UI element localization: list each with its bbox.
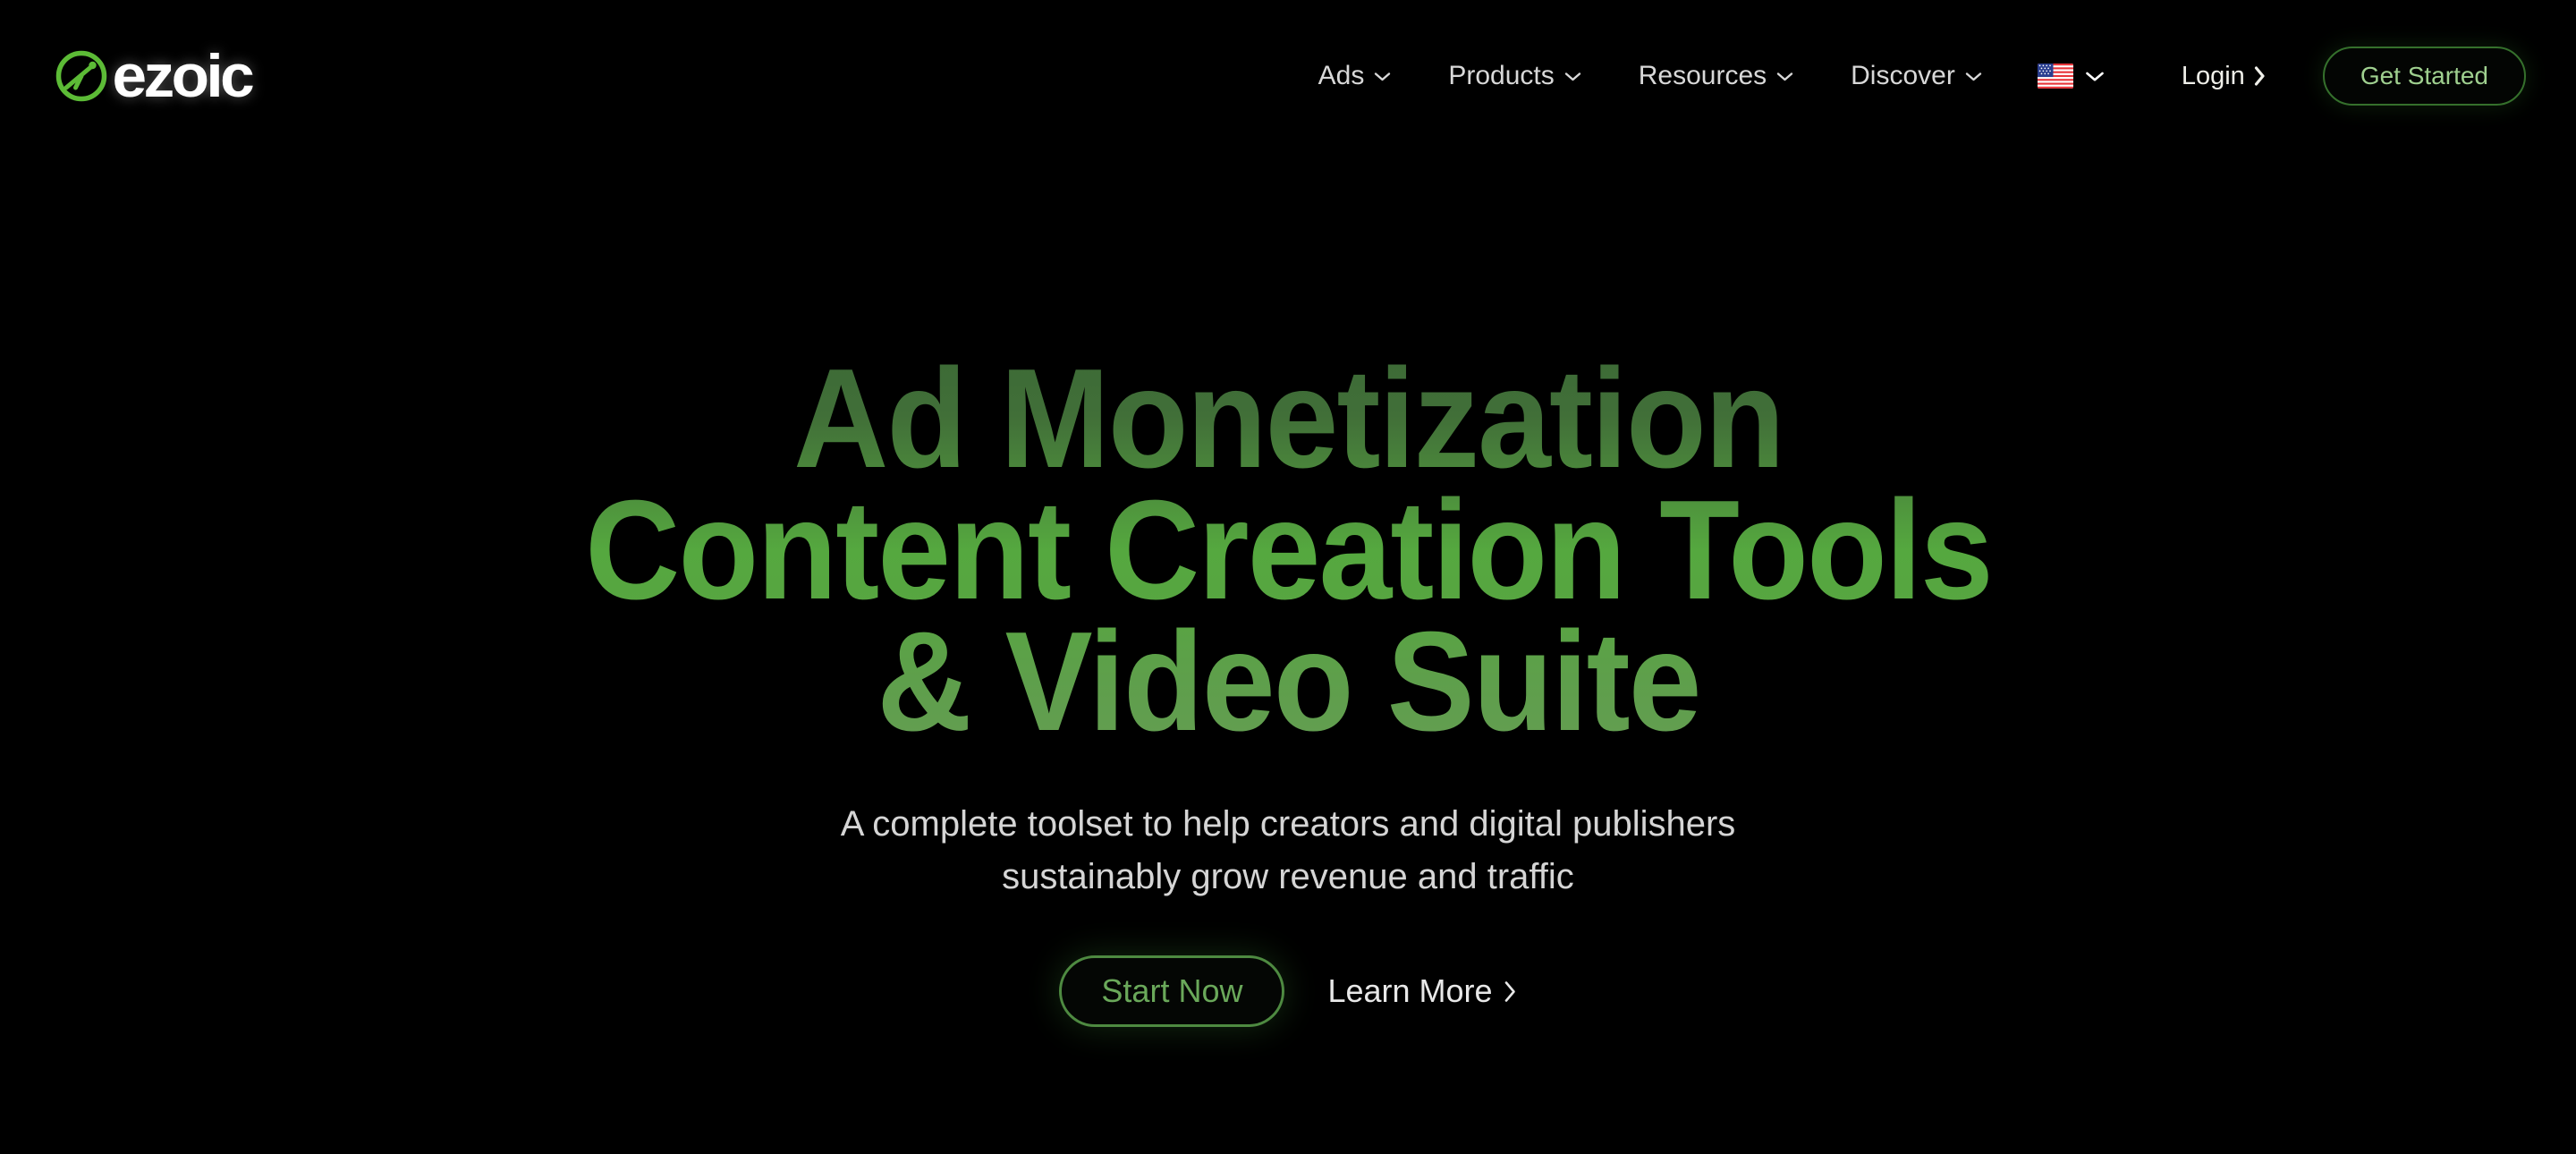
main-navigation: Ads Products Resources Discover Login Ge… <box>1290 47 2526 106</box>
headline-line-3: & Video Suite <box>876 602 1700 760</box>
subheading-line-1: A complete toolset to help creators and … <box>840 803 1736 844</box>
login-link[interactable]: Login <box>2160 53 2287 100</box>
login-label: Login <box>2181 61 2245 90</box>
chevron-right-icon <box>2254 66 2265 86</box>
nav-item-label: Discover <box>1851 61 1955 90</box>
get-started-label: Get Started <box>2360 62 2488 89</box>
hero-cta-row: Start Now Learn More <box>1059 955 1516 1028</box>
chevron-down-icon <box>1375 72 1391 81</box>
nav-item-discover[interactable]: Discover <box>1822 54 2011 98</box>
nav-item-label: Products <box>1448 61 1555 90</box>
site-header: ezoic Ads Products Resources Discover Lo… <box>0 0 2576 152</box>
chevron-down-icon <box>1564 72 1580 81</box>
nav-item-resources[interactable]: Resources <box>1610 54 1822 98</box>
us-flag-icon <box>2037 64 2073 89</box>
hero-subheading: A complete toolset to help creators and … <box>841 798 1736 904</box>
nav-item-label: Resources <box>1638 61 1767 90</box>
ezoic-wordmark: ezoic <box>112 42 254 110</box>
start-now-label: Start Now <box>1101 972 1243 1010</box>
learn-more-label: Learn More <box>1327 972 1493 1010</box>
get-started-button[interactable]: Get Started <box>2322 47 2526 106</box>
start-now-button[interactable]: Start Now <box>1059 955 1285 1028</box>
hero-section: Ad Monetization Content Creation Tools &… <box>0 152 2576 1154</box>
language-selector[interactable] <box>2011 55 2121 98</box>
nav-item-label: Ads <box>1318 61 1365 90</box>
ezoic-circle-logo-icon <box>55 50 107 102</box>
headline-line-2: Content Creation Tools <box>584 471 1992 629</box>
nav-item-ads[interactable]: Ads <box>1290 54 1420 98</box>
hero-headline: Ad Monetization Content Creation Tools &… <box>585 353 1992 748</box>
chevron-down-icon <box>1965 72 1982 81</box>
chevron-right-icon <box>1504 980 1515 1002</box>
chevron-down-icon <box>2086 72 2104 81</box>
ezoic-logo[interactable]: ezoic <box>54 42 255 110</box>
chevron-down-icon <box>1776 72 1793 81</box>
headline-line-1: Ad Monetization <box>792 340 1784 497</box>
learn-more-link[interactable]: Learn More <box>1327 975 1516 1007</box>
subheading-line-2: sustainably grow revenue and traffic <box>1002 857 1574 896</box>
nav-item-products[interactable]: Products <box>1419 54 1609 98</box>
